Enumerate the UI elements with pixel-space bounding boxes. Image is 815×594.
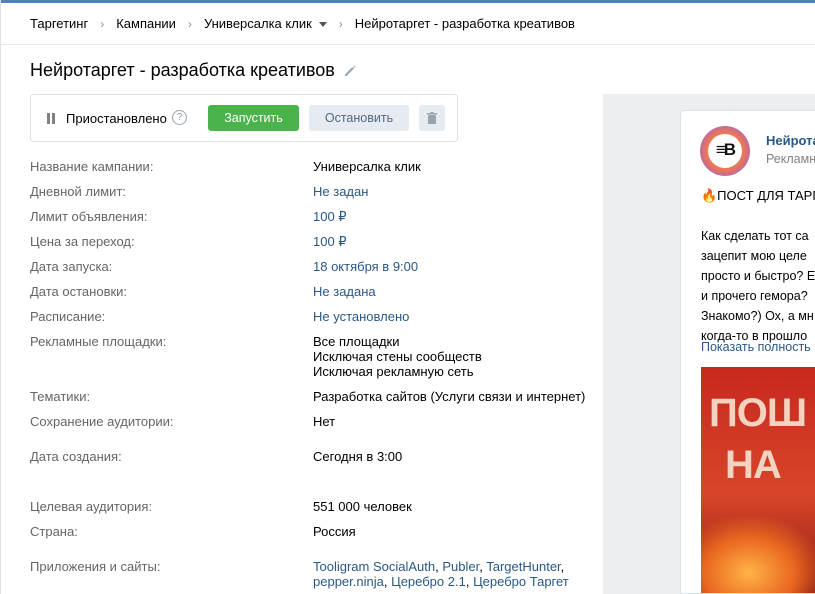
app-link[interactable]: Церебро 2.1: [391, 574, 466, 589]
detail-value-country: Россия: [313, 524, 356, 539]
page-title: Нейротаргет - разработка креативов: [30, 60, 335, 80]
detail-value-apps-line-2: pepper.ninja, Церебро 2.1, Церебро Тарге…: [313, 574, 569, 589]
detail-value-placement-exclude-network: Исключая рекламную сеть: [313, 364, 474, 379]
group-name[interactable]: Нейрота: [766, 133, 815, 148]
app-link[interactable]: pepper.ninja: [313, 574, 384, 589]
detail-label-start-date: Дата запуска:: [30, 259, 113, 274]
post-text-line: и прочего гемора?: [701, 289, 808, 303]
post-image-text-line: ПОШ: [709, 391, 807, 435]
detail-value-cost-per-click[interactable]: 100 ₽: [313, 234, 347, 249]
app-link[interactable]: Церебро Таргет: [473, 574, 569, 589]
detail-label-schedule: Расписание:: [30, 309, 106, 324]
status-label: Приостановлено: [66, 111, 167, 126]
detail-value-apps-line-1: Tooligram SocialAuth, Publer, TargetHunt…: [313, 559, 565, 574]
post-text: Как сделать тот са зацепит мою целе прос…: [701, 226, 815, 346]
post-image-text: ПОШ НА: [709, 387, 807, 491]
detail-label-audience-saving: Сохранение аудитории:: [30, 414, 174, 429]
detail-label-country: Страна:: [30, 524, 78, 539]
detail-label-placements: Рекламные площадки:: [30, 334, 167, 349]
breadcrumb-campaign-label: Универсалка клик: [203, 15, 312, 31]
pencil-icon[interactable]: [343, 64, 357, 78]
trash-icon: [427, 112, 437, 124]
chevron-down-icon: [318, 21, 327, 27]
post-image[interactable]: ПОШ НА: [701, 367, 815, 593]
breadcrumb-targeting[interactable]: Таргетинг: [30, 16, 88, 31]
group-subtitle: Рекламн: [766, 152, 815, 166]
detail-label-ad-limit: Лимит объявления:: [30, 209, 148, 224]
detail-value-placement-exclude-walls: Исключая стены сообществ: [313, 349, 482, 364]
breadcrumb-campaigns[interactable]: Кампании: [116, 16, 176, 31]
detail-label-stop-date: Дата остановки:: [30, 284, 128, 299]
detail-value-target-audience: 551 000 человек: [313, 499, 412, 514]
avatar-inner: ≡B: [708, 134, 742, 168]
breadcrumb-separator-icon: ›: [338, 17, 343, 31]
detail-value-daily-limit[interactable]: Не задан: [313, 184, 368, 199]
pause-icon: [47, 113, 55, 124]
app-link[interactable]: Tooligram SocialAuth: [313, 559, 435, 574]
delete-button[interactable]: [419, 105, 445, 131]
top-accent-line: [0, 0, 815, 3]
campaign-status-panel: Приостановлено ? Запустить Остановить: [30, 94, 458, 142]
detail-label-created-date: Дата создания:: [30, 449, 122, 464]
detail-value-placement-all: Все площадки: [313, 334, 400, 349]
detail-value-created-date: Сегодня в 3:00: [313, 449, 403, 464]
breadcrumb-campaign-dropdown[interactable]: Универсалка клик: [204, 16, 327, 31]
breadcrumb-current: Нейротаргет - разработка креативов: [354, 15, 575, 31]
app-link[interactable]: TargetHunter: [486, 559, 560, 574]
detail-label-cost-per-click: Цена за переход:: [30, 234, 135, 249]
detail-value-start-date[interactable]: 18 октября в 9:00: [313, 259, 418, 274]
detail-label-topics: Тематики:: [30, 389, 91, 404]
post-text-line: Знакомо?) Ох, а мн: [701, 309, 814, 323]
avatar-logo-icon: ≡B: [715, 140, 736, 159]
detail-label-target-audience: Целевая аудитория:: [30, 499, 153, 514]
header-divider: [0, 44, 815, 45]
post-image-text-line: НА: [725, 443, 782, 487]
detail-label-daily-limit: Дневной лимит:: [30, 184, 127, 199]
detail-value-ad-limit[interactable]: 100 ₽: [313, 209, 347, 224]
app-link[interactable]: Publer: [442, 559, 479, 574]
left-border: [0, 0, 1, 594]
breadcrumb: Таргетинг › Кампании › Универсалка клик …: [30, 14, 575, 32]
start-button[interactable]: Запустить: [208, 105, 299, 131]
breadcrumb-separator-icon: ›: [187, 17, 192, 31]
ad-post-preview: ≡B Нейрота Рекламн 🔥ПОСТ ДЛЯ ТАРГ Как сд…: [680, 110, 815, 594]
detail-label-campaign-name: Название кампании:: [30, 159, 154, 174]
detail-label-apps-sites: Приложения и сайты:: [30, 559, 161, 574]
detail-value-audience-saving: Нет: [313, 414, 336, 429]
breadcrumb-separator-icon: ›: [100, 17, 105, 31]
help-icon[interactable]: ?: [172, 110, 187, 125]
detail-value-schedule[interactable]: Не установлено: [313, 309, 409, 324]
detail-value-stop-date[interactable]: Не задана: [313, 284, 376, 299]
post-text-line: зацепит мою целе: [701, 249, 807, 263]
detail-value-topics: Разработка сайтов (Услуги связи и интерн…: [313, 389, 586, 404]
post-text-line: просто и быстро? Е: [701, 269, 815, 283]
stop-button[interactable]: Остановить: [309, 105, 409, 131]
avatar[interactable]: ≡B: [700, 126, 750, 176]
show-more-link[interactable]: Показать полность: [701, 340, 811, 354]
flame-decoration: [701, 517, 815, 593]
post-headline: 🔥ПОСТ ДЛЯ ТАРГ: [701, 188, 815, 203]
detail-value-campaign-name: Универсалка клик: [313, 159, 421, 174]
post-text-line: Как сделать тот са: [701, 229, 809, 243]
